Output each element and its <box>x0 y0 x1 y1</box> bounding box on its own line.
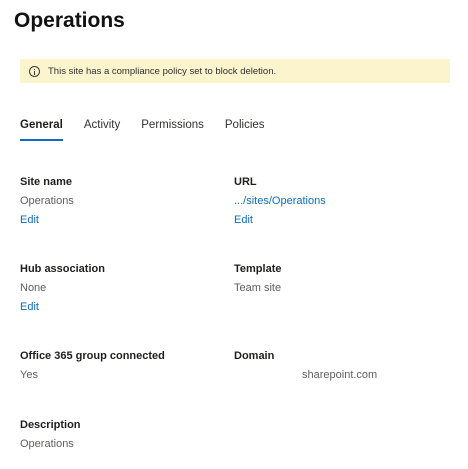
hub-association-value: None <box>20 282 47 294</box>
tab-general[interactable]: General <box>20 117 63 143</box>
site-name-value: Operations <box>20 195 74 207</box>
tab-permissions[interactable]: Permissions <box>141 117 204 143</box>
description-value: Operations <box>20 438 74 450</box>
hub-association-edit-link[interactable]: Edit <box>20 300 39 314</box>
description-label: Description <box>20 419 81 431</box>
url-edit-link[interactable]: Edit <box>234 213 253 227</box>
description-field: Description Operations <box>20 418 220 451</box>
page-title: Operations <box>14 9 125 32</box>
url-label: URL <box>234 176 257 188</box>
tab-policies[interactable]: Policies <box>225 117 265 143</box>
site-name-label: Site name <box>20 176 72 188</box>
site-name-field: Site name Operations Edit <box>20 175 220 228</box>
site-settings-panel: Operations This site has a compliance po… <box>0 0 468 469</box>
url-field: URL .../sites/Operations Edit <box>234 175 434 228</box>
banner-text: This site has a compliance policy set to… <box>48 65 277 77</box>
hub-association-label: Hub association <box>20 263 105 275</box>
group-connected-value: Yes <box>20 369 38 381</box>
template-label: Template <box>234 263 282 275</box>
template-field: Template Team site <box>234 262 434 295</box>
site-name-edit-link[interactable]: Edit <box>20 213 39 227</box>
tab-bar: General Activity Permissions Policies <box>20 117 286 143</box>
info-icon <box>29 65 40 77</box>
group-connected-field: Office 365 group connected Yes <box>20 349 220 382</box>
compliance-banner: This site has a compliance policy set to… <box>20 59 450 83</box>
url-value-link[interactable]: .../sites/Operations <box>234 194 434 208</box>
tab-activity[interactable]: Activity <box>84 117 120 143</box>
domain-value: sharepoint.com <box>302 369 378 381</box>
hub-association-field: Hub association None Edit <box>20 262 220 315</box>
group-connected-label: Office 365 group connected <box>20 350 165 362</box>
domain-label: Domain <box>234 350 275 362</box>
domain-field: Domain sharepoint.com <box>234 349 434 382</box>
template-value: Team site <box>234 282 282 294</box>
